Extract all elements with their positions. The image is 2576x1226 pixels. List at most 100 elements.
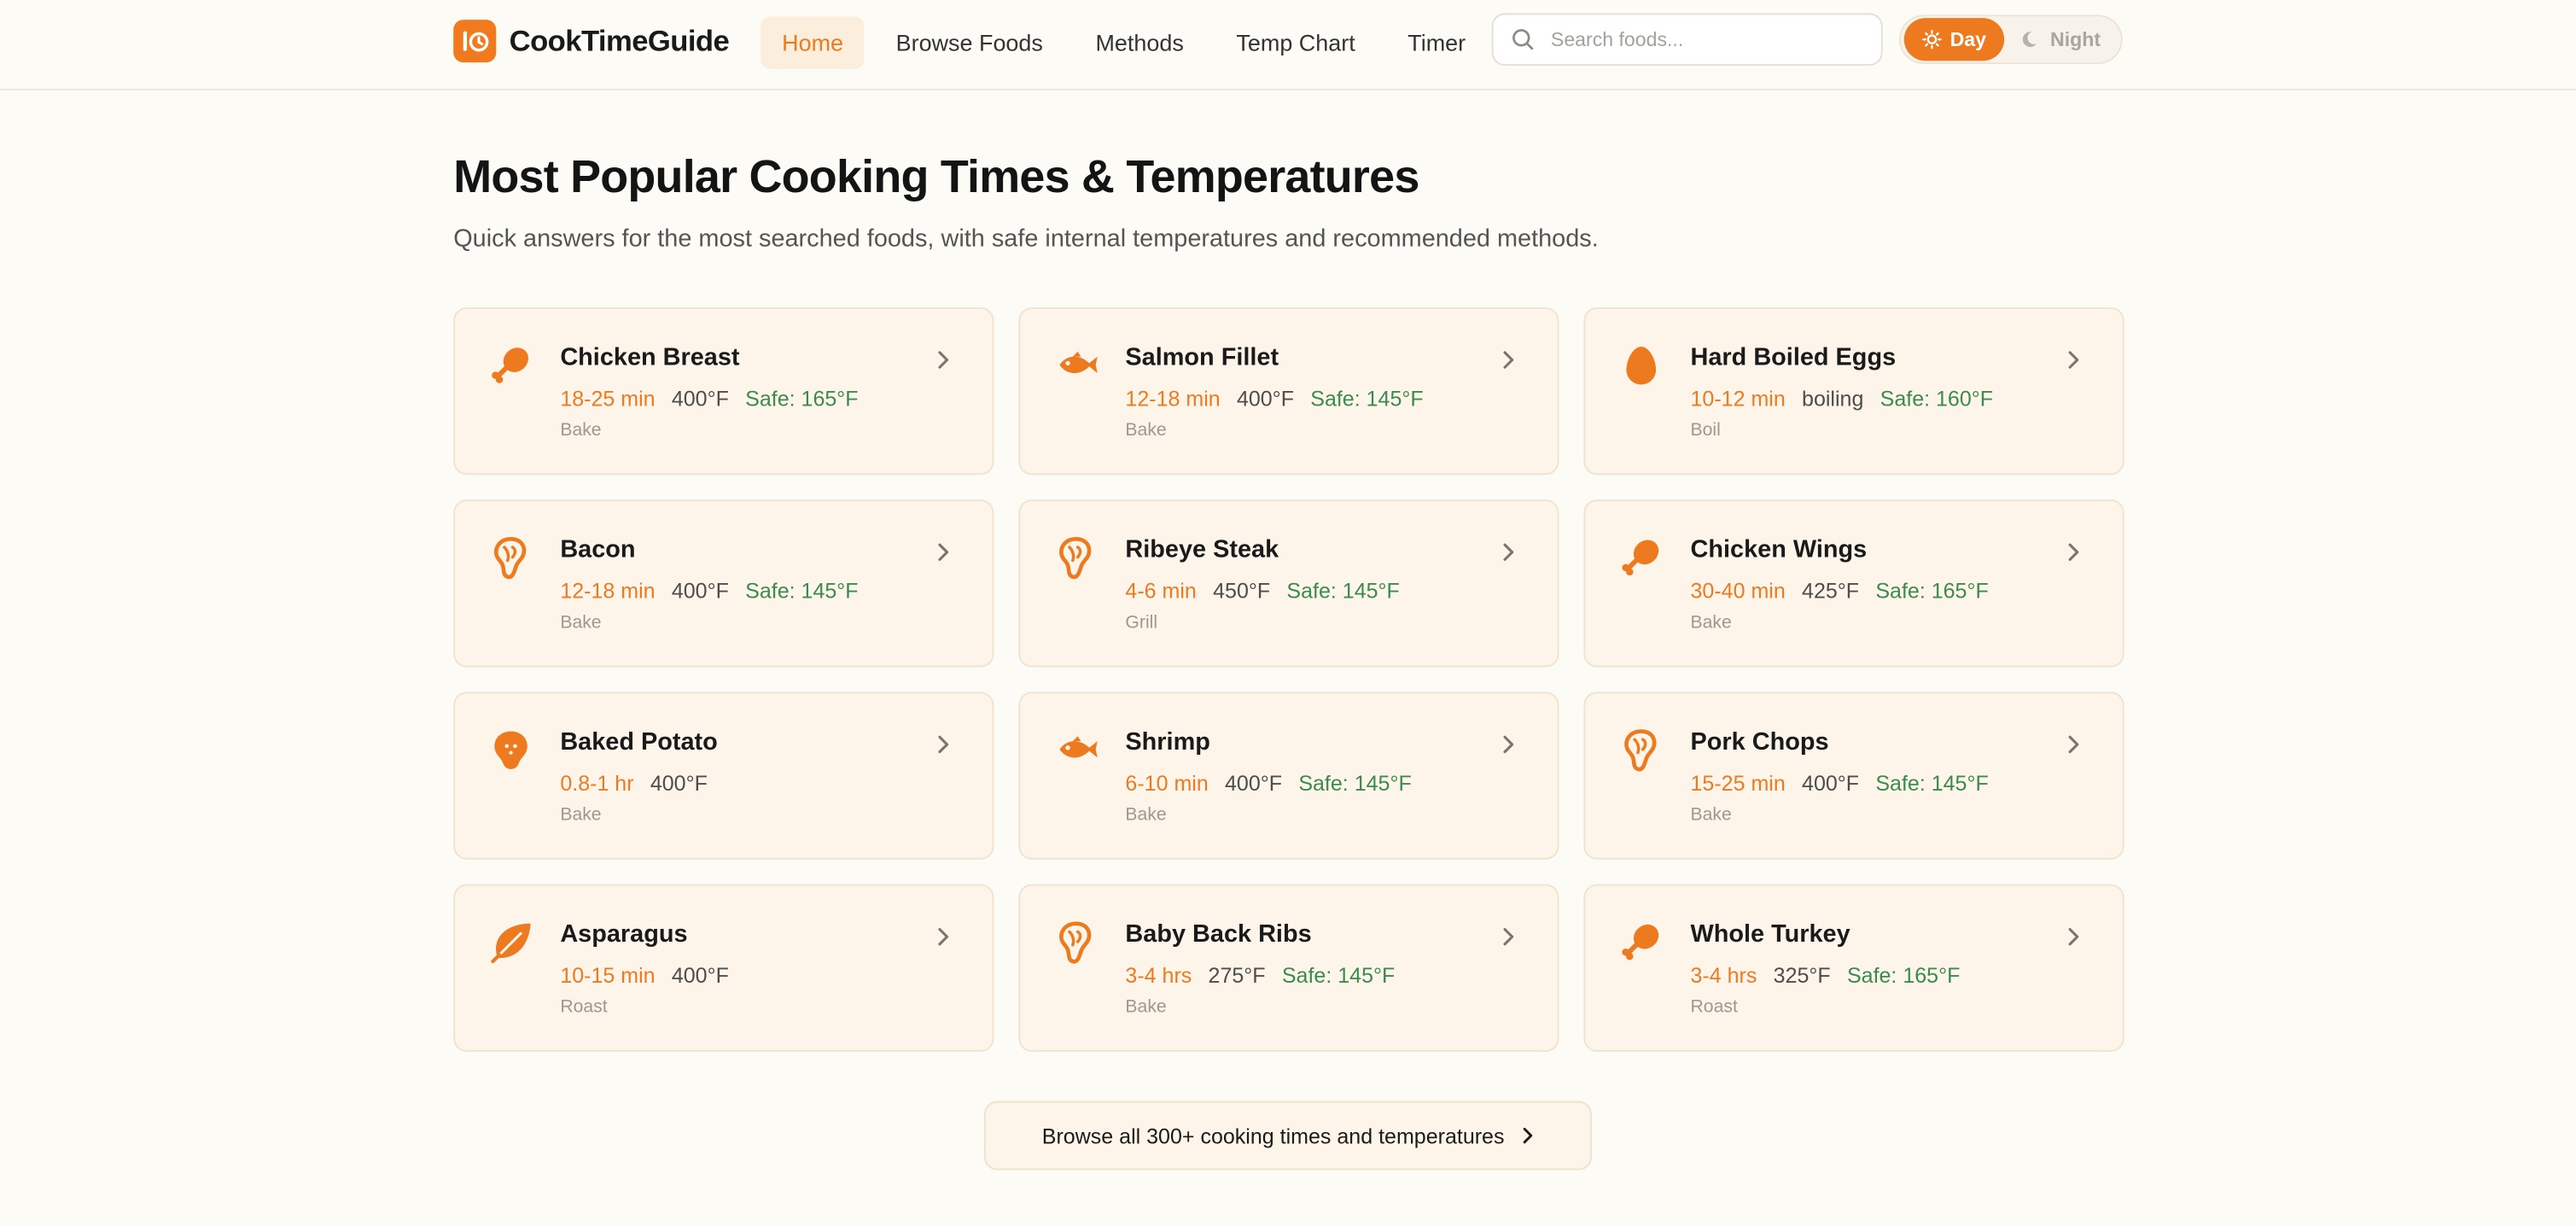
browse-all-label: Browse all 300+ cooking times and temper…	[1041, 1123, 1505, 1148]
cook-method: Bake	[560, 420, 602, 441]
drumstick-icon	[492, 347, 528, 383]
browse-all-button[interactable]: Browse all 300+ cooking times and temper…	[983, 1100, 1593, 1171]
food-card-grid: Chicken Breast 18-25 min 400°F Safe: 165°F B…	[453, 306, 2124, 1052]
food-name: Shrimp	[1125, 727, 1210, 756]
main-nav: Home Browse Foods Methods Temp Chart Tim…	[761, 16, 1487, 69]
page-title: Most Popular Cooking Times & Temperature…	[453, 151, 1419, 202]
safe-temp: Safe: 165°F	[745, 386, 859, 412]
potato-icon	[494, 731, 527, 769]
food-card[interactable]: Pork Chops 15-25 min 400°F Safe: 145°F Bake	[1583, 692, 2124, 860]
fish-icon	[1059, 736, 1098, 758]
egg-icon	[1626, 347, 1657, 385]
night-mode-button[interactable]: Night	[2004, 18, 2118, 61]
food-card[interactable]: Whole Turkey 3-4 hrs 325°F Safe: 165°F Roast	[1583, 884, 2124, 1052]
cook-method: Roast	[1690, 997, 1738, 1018]
day-mode-button[interactable]: Day	[1903, 18, 2005, 61]
theme-toggle: Day Night	[1898, 15, 2123, 65]
search-box[interactable]	[1491, 13, 1883, 66]
food-card[interactable]: Baby Back Ribs 3-4 hrs 275°F Safe: 145°F Bak…	[1018, 884, 1559, 1052]
food-meta: 10-12 min boiling Safe: 160°F	[1691, 386, 1994, 411]
nav-item-methods[interactable]: Methods	[1074, 16, 1204, 69]
cook-time: 10-12 min	[1690, 386, 1786, 412]
food-card[interactable]: Chicken Wings 30-40 min 425°F Safe: 165°F Ba…	[1583, 499, 2124, 668]
food-meta: 15-25 min 400°F Safe: 145°F	[1691, 771, 1989, 796]
cook-time: 0.8-1 hr	[560, 770, 634, 796]
cook-temp: 400°F	[671, 962, 729, 988]
food-card[interactable]: Asparagus 10-15 min 400°F Roast	[453, 884, 994, 1052]
chevron-right-icon	[938, 735, 949, 754]
cook-temp: 400°F	[671, 578, 729, 604]
cook-temp: 400°F	[1802, 770, 1860, 796]
cook-method: Bake	[1125, 997, 1167, 1018]
cook-temp: 400°F	[1225, 770, 1283, 796]
cook-temp: boiling	[1802, 386, 1864, 412]
cook-time: 4-6 min	[1125, 578, 1197, 604]
food-name: Baked Potato	[560, 727, 718, 756]
cook-time: 18-25 min	[560, 386, 656, 412]
steak-icon	[493, 537, 527, 580]
cook-time: 3-4 hrs	[1690, 962, 1757, 988]
chevron-right-icon	[1503, 351, 1514, 369]
safe-temp: Safe: 145°F	[1286, 578, 1400, 604]
cook-temp: 400°F	[1236, 386, 1295, 412]
food-name: Salmon Fillet	[1125, 343, 1279, 372]
cook-temp: 450°F	[1213, 578, 1271, 604]
top-navbar: CookTimeGuide Home Browse Foods Methods …	[0, 0, 2576, 90]
cook-method: Bake	[560, 612, 602, 633]
food-card[interactable]: Hard Boiled Eggs 10-12 min boiling Safe: 16…	[1583, 306, 2124, 476]
search-input[interactable]	[1547, 26, 1867, 53]
chevron-right-icon	[1503, 927, 1514, 946]
cook-method: Bake	[1690, 612, 1732, 633]
chevron-right-icon	[1523, 1127, 1532, 1144]
cook-temp: 325°F	[1773, 962, 1831, 988]
food-card[interactable]: Salmon Fillet 12-18 min 400°F Safe: 145°F Ba…	[1018, 306, 1559, 476]
safe-temp: Safe: 165°F	[1846, 962, 1961, 988]
chevron-right-icon	[2068, 735, 2079, 754]
nav-item-home[interactable]: Home	[761, 16, 865, 69]
chevron-right-icon	[938, 927, 949, 946]
food-card[interactable]: Chicken Breast 18-25 min 400°F Safe: 165°F B…	[453, 306, 994, 476]
brand[interactable]: CookTimeGuide	[453, 20, 730, 63]
page-subtitle: Quick answers for the most searched food…	[453, 225, 1599, 254]
food-name: Bacon	[560, 535, 636, 564]
food-meta: 30-40 min 425°F Safe: 165°F	[1691, 579, 1989, 604]
cook-temp: 400°F	[650, 770, 708, 796]
cook-method: Boil	[1690, 420, 1721, 441]
chevron-right-icon	[1503, 735, 1514, 754]
chevron-right-icon	[938, 543, 949, 561]
food-name: Asparagus	[560, 920, 688, 949]
food-card[interactable]: Ribeye Steak 4-6 min 450°F Safe: 145°F Grill	[1018, 499, 1559, 668]
cook-method: Bake	[560, 805, 602, 826]
safe-temp: Safe: 145°F	[1298, 770, 1412, 796]
food-meta: 6-10 min 400°F Safe: 145°F	[1125, 771, 1411, 796]
food-meta: 3-4 hrs 275°F Safe: 145°F	[1125, 963, 1395, 988]
page: CookTimeGuide Home Browse Foods Methods …	[0, 0, 2576, 1226]
food-card[interactable]: Bacon 12-18 min 400°F Safe: 145°F Bake	[453, 499, 994, 668]
safe-temp: Safe: 165°F	[1875, 578, 1989, 604]
nav-item-temp-chart[interactable]: Temp Chart	[1215, 16, 1376, 69]
food-name: Ribeye Steak	[1125, 535, 1279, 564]
cook-method: Bake	[1125, 420, 1167, 441]
steak-icon	[1059, 537, 1092, 580]
safe-temp: Safe: 145°F	[1310, 386, 1424, 412]
food-meta: 4-6 min 450°F Safe: 145°F	[1125, 579, 1399, 604]
food-name: Baby Back Ribs	[1125, 920, 1312, 949]
sun-icon	[1922, 30, 1942, 50]
chevron-right-icon	[2068, 351, 2079, 369]
food-meta: 3-4 hrs 325°F Safe: 165°F	[1691, 963, 1961, 988]
moon-icon	[2022, 32, 2037, 47]
food-name: Pork Chops	[1690, 727, 1829, 756]
food-card[interactable]: Shrimp 6-10 min 400°F Safe: 145°F Bake	[1018, 692, 1559, 860]
chevron-right-icon	[2068, 543, 2079, 561]
food-name: Hard Boiled Eggs	[1690, 343, 1897, 372]
drumstick-icon	[1622, 540, 1659, 576]
nav-item-browse-foods[interactable]: Browse Foods	[875, 16, 1064, 69]
cook-method: Grill	[1125, 612, 1158, 633]
nav-item-timer[interactable]: Timer	[1386, 16, 1487, 69]
cook-time: 12-18 min	[560, 578, 656, 604]
fish-icon	[1059, 351, 1098, 374]
food-meta: 18-25 min 400°F Safe: 165°F	[560, 386, 858, 411]
food-meta: 12-18 min 400°F Safe: 145°F	[1125, 386, 1423, 411]
food-card[interactable]: Baked Potato 0.8-1 hr 400°F Bake	[453, 692, 994, 860]
safe-temp: Safe: 160°F	[1880, 386, 1994, 412]
